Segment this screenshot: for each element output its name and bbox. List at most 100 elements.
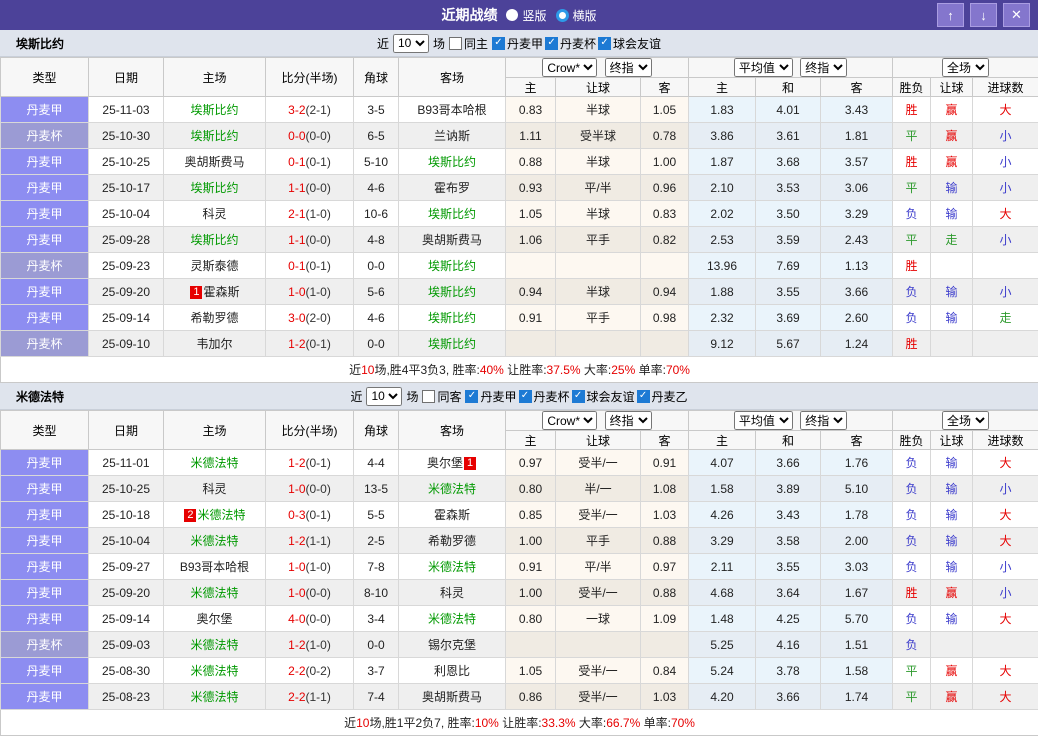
league-cell: 丹麦甲 <box>1 201 89 227</box>
fulltime-score: 2-2 <box>288 664 305 678</box>
league-filter[interactable]: ✓丹麦乙 <box>637 388 688 405</box>
halftime-score: (0-2) <box>306 664 331 678</box>
subcol-avg-away: 客 <box>821 78 893 97</box>
subcol-handicap-line: 让球 <box>556 78 641 97</box>
handicap-home-odds: 1.06 <box>506 227 556 253</box>
subcol-avg-draw: 和 <box>756 431 821 450</box>
score-cell: 0-1(0-1) <box>266 149 354 175</box>
handicap-result-cell: 输 <box>931 201 973 227</box>
bookmaker-select[interactable]: Crow* <box>542 58 597 77</box>
goals-result-cell: 大 <box>973 450 1038 476</box>
result-cell: 负 <box>893 606 931 632</box>
final-odds-select-b[interactable]: 终指 <box>800 58 847 77</box>
away-team-cell: 霍布罗 <box>399 175 506 201</box>
col-score: 比分(半场) <box>266 58 354 97</box>
layout-radio-vertical[interactable]: 竖版 <box>506 7 546 24</box>
bookmaker-select[interactable]: Crow* <box>542 411 597 430</box>
league-filter-label: 球会友谊 <box>613 35 661 52</box>
avg-away-odds: 1.74 <box>821 684 893 710</box>
layout-radio-horizontal[interactable]: 横版 <box>556 7 597 24</box>
handicap-line: 平手 <box>556 227 641 253</box>
move-down-button[interactable]: ↓ <box>970 3 997 27</box>
handicap-result-cell: 赢 <box>931 580 973 606</box>
average-select[interactable]: 平均值 <box>734 411 793 430</box>
same-venue-filter[interactable]: 同主 <box>449 35 488 52</box>
league-filter[interactable]: ✓球会友谊 <box>572 388 635 405</box>
score-cell: 1-0(1-0) <box>266 279 354 305</box>
halftime-score: (2-0) <box>306 311 331 325</box>
checkbox-checked-icon[interactable]: ✓ <box>637 390 650 403</box>
scope-select[interactable]: 全场 <box>942 58 989 77</box>
final-odds-select-a[interactable]: 终指 <box>605 411 652 430</box>
checkbox-checked-icon[interactable]: ✓ <box>465 390 478 403</box>
handicap-result-cell: 输 <box>931 502 973 528</box>
avg-home-odds: 13.96 <box>689 253 756 279</box>
halftime-score: (0-0) <box>306 129 331 143</box>
final-odds-select-b[interactable]: 终指 <box>800 411 847 430</box>
result-cell: 负 <box>893 476 931 502</box>
handicap-result-cell: 输 <box>931 528 973 554</box>
match-row: 丹麦甲25-09-201霍森斯1-0(1-0)5-6埃斯比约0.94半球0.94… <box>1 279 1038 305</box>
avg-draw-odds: 3.59 <box>756 227 821 253</box>
corner-cell: 3-4 <box>354 606 399 632</box>
fulltime-score: 1-1 <box>288 181 305 195</box>
league-filter[interactable]: ✓丹麦甲 <box>492 35 543 52</box>
league-filter[interactable]: ✓丹麦甲 <box>465 388 516 405</box>
away-team-cell: 埃斯比约 <box>399 201 506 227</box>
average-select[interactable]: 平均值 <box>734 58 793 77</box>
move-up-button[interactable]: ↑ <box>937 3 964 27</box>
away-team-cell: 埃斯比约 <box>399 305 506 331</box>
corner-cell: 7-8 <box>354 554 399 580</box>
checkbox-checked-icon[interactable]: ✓ <box>598 37 611 50</box>
checkbox-checked-icon[interactable]: ✓ <box>545 37 558 50</box>
subcol-avg-home: 主 <box>689 78 756 97</box>
home-team-name: 米德法特 <box>197 508 245 522</box>
subcol-handicap-home: 主 <box>506 431 556 450</box>
fulltime-score: 4-0 <box>288 612 305 626</box>
avg-home-odds: 1.48 <box>689 606 756 632</box>
summary-cell: 近10场,胜4平3负3, 胜率:40% 让胜率:37.5% 大率:25% 单率:… <box>1 357 1038 383</box>
recent-count-select[interactable]: 10 <box>393 34 429 53</box>
summary-segment: 10 <box>361 363 374 377</box>
league-filter[interactable]: ✓丹麦杯 <box>519 388 570 405</box>
result-cell: 负 <box>893 450 931 476</box>
goals-result-cell <box>973 331 1038 357</box>
subcol-result: 胜负 <box>893 431 931 450</box>
same-venue-filter[interactable]: 同客 <box>422 388 461 405</box>
final-odds-select-a[interactable]: 终指 <box>605 58 652 77</box>
date-cell: 25-10-04 <box>89 201 164 227</box>
date-cell: 25-09-14 <box>89 305 164 331</box>
avg-draw-odds: 3.55 <box>756 279 821 305</box>
score-cell: 1-0(0-0) <box>266 580 354 606</box>
corner-cell: 3-5 <box>354 97 399 123</box>
radio-selected-icon[interactable] <box>556 9 569 22</box>
fulltime-score: 1-1 <box>288 233 305 247</box>
home-team-cell: B93哥本哈根 <box>164 554 266 580</box>
recent-count-select[interactable]: 10 <box>366 387 402 406</box>
away-team-cell: 科灵 <box>399 580 506 606</box>
score-cell: 1-1(0-0) <box>266 175 354 201</box>
avg-away-odds: 2.43 <box>821 227 893 253</box>
checkbox-unchecked-icon[interactable] <box>422 390 435 403</box>
home-team-cell: 奥胡斯费马 <box>164 149 266 175</box>
checkbox-checked-icon[interactable]: ✓ <box>519 390 532 403</box>
close-button[interactable]: ✕ <box>1003 3 1030 27</box>
scope-select[interactable]: 全场 <box>942 411 989 430</box>
league-filter[interactable]: ✓球会友谊 <box>598 35 661 52</box>
handicap-result-cell: 走 <box>931 227 973 253</box>
checkbox-unchecked-icon[interactable] <box>449 37 462 50</box>
avg-away-odds: 3.03 <box>821 554 893 580</box>
summary-segment: 近 <box>349 363 361 377</box>
away-team-cell: 利恩比 <box>399 658 506 684</box>
league-filter[interactable]: ✓丹麦杯 <box>545 35 596 52</box>
subcol-handicap-away: 客 <box>641 431 689 450</box>
radio-unselected-icon[interactable] <box>506 9 518 21</box>
checkbox-checked-icon[interactable]: ✓ <box>492 37 505 50</box>
subcol-handicap-result: 让球 <box>931 78 973 97</box>
summary-segment: 让胜率: <box>504 363 547 377</box>
checkbox-checked-icon[interactable]: ✓ <box>572 390 585 403</box>
summary-segment: 单率: <box>635 363 666 377</box>
team-name: 埃斯比约 <box>16 35 64 52</box>
match-row: 丹麦杯25-09-10韦加尔1-2(0-1)0-0埃斯比约9.125.671.2… <box>1 331 1038 357</box>
avg-draw-odds: 3.64 <box>756 580 821 606</box>
